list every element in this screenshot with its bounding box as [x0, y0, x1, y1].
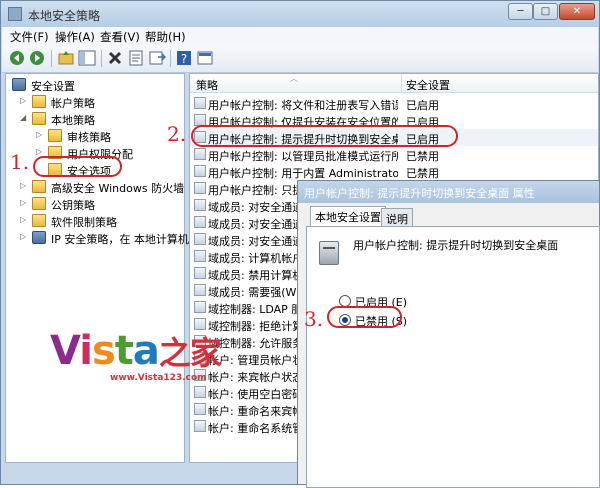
dialog-title: 用户帐户控制: 提示提升时切换到安全桌面 属性 — [304, 187, 535, 200]
policy-item-icon — [194, 301, 206, 313]
folder-icon — [32, 180, 46, 193]
policy-item-icon — [194, 267, 206, 279]
column-divider[interactable] — [401, 74, 402, 92]
mmc-view-icon[interactable] — [196, 49, 214, 67]
window-title: 本地安全策略 — [28, 9, 101, 23]
up-folder-icon[interactable] — [57, 49, 75, 67]
ip-security-icon — [32, 231, 46, 244]
tab-explain[interactable]: 说明 — [381, 208, 413, 226]
policy-item-icon — [194, 97, 206, 109]
toolbar-separator — [101, 50, 102, 67]
svg-text:?: ? — [181, 52, 187, 66]
policy-item-icon — [194, 233, 206, 245]
toolbar-separator — [51, 50, 52, 67]
column-header-setting[interactable]: 安全设置 — [406, 77, 450, 93]
toolbar: ? — [2, 45, 598, 73]
close-button[interactable]: ✕ — [559, 3, 595, 20]
menu-file[interactable]: 文件(F) — [10, 29, 49, 45]
watermark-url: www.Vista123.com — [110, 373, 207, 383]
policy-item-icon — [194, 199, 206, 211]
column-header-policy[interactable]: 策略 — [196, 77, 218, 93]
step-number-3: 3. — [304, 307, 324, 331]
policy-item-icon — [194, 148, 206, 160]
sort-arrow-icon: ︿ — [290, 74, 298, 83]
menu-action[interactable]: 操作(A) — [55, 29, 95, 45]
back-icon[interactable] — [8, 49, 26, 67]
toolbar-separator — [170, 50, 171, 67]
show-tree-icon[interactable] — [78, 49, 96, 67]
policy-item-icon — [194, 420, 206, 432]
highlight-oval-disabled-option — [327, 306, 402, 328]
forward-icon[interactable] — [28, 49, 46, 67]
policy-name-cell: 用户帐户控制: 用于内置 Administrator ... — [208, 167, 398, 180]
export-list-icon[interactable] — [148, 49, 167, 67]
list-header: 策略 ︿ 安全设置 — [190, 74, 598, 93]
folder-icon — [32, 95, 46, 108]
maximize-button[interactable]: □ — [533, 3, 558, 20]
security-settings-icon — [12, 78, 26, 91]
expand-arrow-icon[interactable]: ▷ — [36, 147, 46, 156]
policy-setting-cell: 已禁用 — [406, 167, 439, 180]
tab-panel: 用户帐户控制: 提示提升时切换到安全桌面 已启用 (E) 已禁用 (S) — [306, 226, 600, 488]
tab-local-security-setting[interactable]: 本地安全设置 — [310, 206, 386, 227]
minimize-button[interactable]: ─ — [508, 3, 533, 20]
highlight-oval-policy-row — [191, 125, 458, 147]
policy-setting-cell: 已启用 — [406, 99, 439, 112]
app-icon — [8, 7, 22, 21]
policy-name-cell: 用户帐户控制: 以管理员批准模式运行所... — [208, 150, 398, 163]
expand-arrow-icon[interactable]: ▷ — [20, 198, 30, 207]
collapse-arrow-icon[interactable]: ◢ — [20, 113, 30, 122]
menu-bar: 文件(F) 操作(A) 查看(V) 帮助(H) — [2, 27, 598, 45]
policy-item-icon — [194, 403, 206, 415]
delete-icon[interactable] — [106, 49, 124, 67]
policy-item-icon — [194, 386, 206, 398]
table-row[interactable]: 用户帐户控制: 将文件和注册表写入错误... 已启用 — [190, 95, 598, 112]
highlight-oval-security-options — [33, 156, 122, 177]
expand-arrow-icon[interactable]: ▷ — [36, 130, 46, 139]
policy-item-icon — [194, 165, 206, 177]
folder-icon — [48, 129, 62, 142]
navigation-tree: 安全设置 ▷ 帐户策略 ◢ 本地策略 ▷ 审核策略 ▷ 用户权限分配 安全选项 … — [5, 73, 189, 463]
dialog-title-bar[interactable]: 用户帐户控制: 提示提升时切换到安全桌面 属性 — [298, 181, 599, 203]
expand-arrow-icon[interactable]: ▷ — [20, 181, 30, 190]
policy-name: 用户帐户控制: 提示提升时切换到安全桌面 — [353, 239, 559, 252]
table-row[interactable]: 用户帐户控制: 以管理员批准模式运行所... 已禁用 — [190, 146, 598, 163]
policy-server-icon — [319, 241, 339, 265]
step-number-2: 2. — [167, 122, 187, 146]
policy-item-icon — [194, 216, 206, 228]
policy-name-cell: 用户帐户控制: 将文件和注册表写入错误... — [208, 99, 398, 112]
title-bar[interactable]: 本地安全策略 ─ □ ✕ — [1, 1, 599, 27]
folder-icon — [32, 197, 46, 210]
watermark-brand: Vista之家 — [50, 328, 222, 374]
help-icon[interactable]: ? — [175, 49, 193, 67]
policy-properties-dialog: 用户帐户控制: 提示提升时切换到安全桌面 属性 本地安全设置 说明 用户帐户控制… — [297, 180, 600, 488]
properties-icon[interactable] — [127, 49, 145, 67]
expand-arrow-icon[interactable]: ▷ — [20, 96, 30, 105]
policy-item-icon — [194, 284, 206, 296]
menu-view[interactable]: 查看(V) — [100, 29, 140, 45]
expand-arrow-icon[interactable]: ▷ — [20, 215, 30, 224]
menu-help[interactable]: 帮助(H) — [145, 29, 186, 45]
vista123-watermark-logo: Vista之家 www.Vista123.com — [50, 328, 230, 384]
policy-setting-cell: 已禁用 — [406, 150, 439, 163]
policy-item-icon — [194, 182, 206, 194]
folder-open-icon — [32, 112, 46, 125]
policy-item-icon — [194, 250, 206, 262]
table-row[interactable]: 用户帐户控制: 用于内置 Administrator ... 已禁用 — [190, 163, 598, 180]
step-number-1: 1. — [10, 150, 30, 174]
folder-icon — [32, 214, 46, 227]
expand-arrow-icon[interactable]: ▷ — [20, 232, 30, 241]
